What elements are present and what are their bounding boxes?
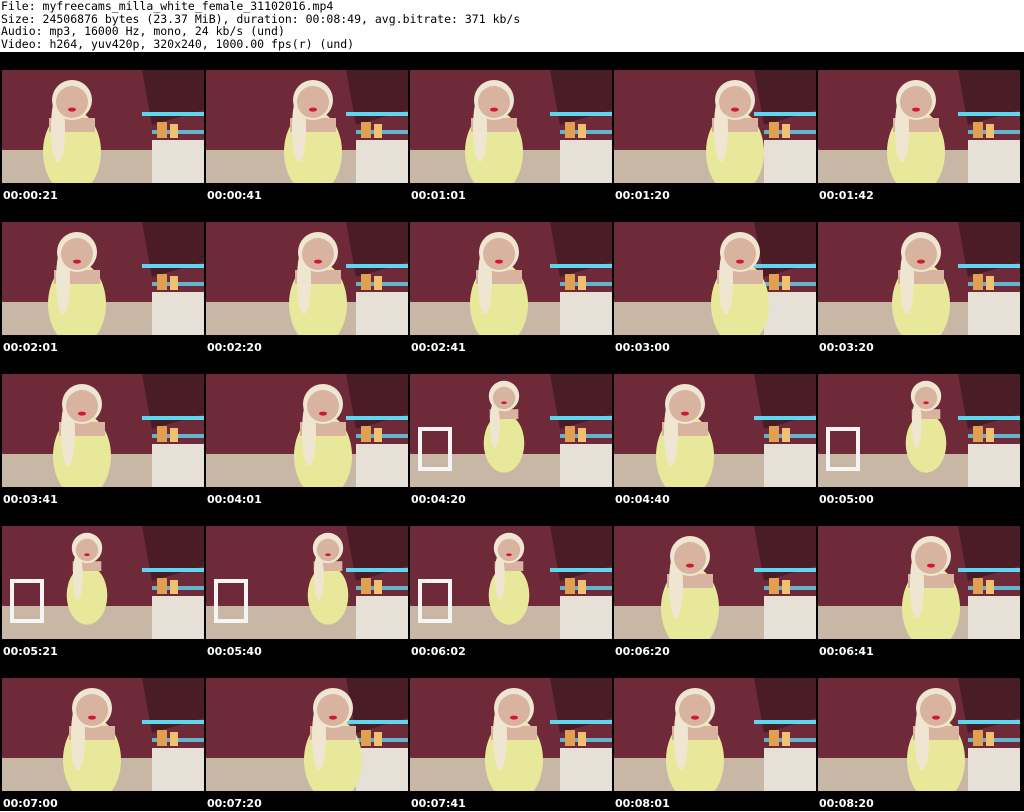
thumbnail-cell[interactable]: 00:00:41 <box>204 52 408 204</box>
frame-timestamp: 00:05:00 <box>819 493 874 506</box>
thumbnail-cell[interactable]: 00:03:41 <box>0 356 204 508</box>
thumbnail-cell[interactable]: 00:07:41 <box>408 660 612 812</box>
thumbnail-cell[interactable]: 00:08:01 <box>612 660 816 812</box>
frame-timestamp: 00:03:20 <box>819 341 874 354</box>
thumbnail-cell[interactable]: 00:06:41 <box>816 508 1020 660</box>
frame-timestamp: 00:06:41 <box>819 645 874 658</box>
frame-timestamp: 00:03:00 <box>615 341 670 354</box>
video-frame-thumbnail[interactable] <box>206 526 408 639</box>
video-frame-thumbnail[interactable] <box>410 374 612 487</box>
thumbnail-cell[interactable]: 00:02:20 <box>204 204 408 356</box>
frame-timestamp: 00:07:00 <box>3 797 58 810</box>
thumbnail-cell[interactable]: 00:03:20 <box>816 204 1020 356</box>
video-frame-thumbnail[interactable] <box>614 526 816 639</box>
thumbnail-cell[interactable]: 00:06:02 <box>408 508 612 660</box>
frame-timestamp: 00:07:41 <box>411 797 466 810</box>
frame-timestamp: 00:01:42 <box>819 189 874 202</box>
frame-timestamp: 00:06:20 <box>615 645 670 658</box>
thumbnail-cell[interactable]: 00:06:20 <box>612 508 816 660</box>
frame-timestamp: 00:04:01 <box>207 493 262 506</box>
video-frame-thumbnail[interactable] <box>410 222 612 335</box>
frame-timestamp: 00:04:20 <box>411 493 466 506</box>
frame-timestamp: 00:08:01 <box>615 797 670 810</box>
frame-timestamp: 00:04:40 <box>615 493 670 506</box>
video-frame-thumbnail[interactable] <box>206 222 408 335</box>
video-frame-thumbnail[interactable] <box>206 374 408 487</box>
audio-info-line: Audio: mp3, 16000 Hz, mono, 24 kb/s (und… <box>1 24 285 38</box>
video-frame-thumbnail[interactable] <box>818 526 1020 639</box>
video-frame-thumbnail[interactable] <box>818 374 1020 487</box>
file-info-header: File: myfreecams_milla_white_female_3110… <box>0 0 1024 52</box>
thumbnail-cell[interactable]: 00:05:00 <box>816 356 1020 508</box>
thumbnail-cell[interactable]: 00:00:21 <box>0 52 204 204</box>
thumbnail-cell[interactable]: 00:02:01 <box>0 204 204 356</box>
frame-timestamp: 00:05:40 <box>207 645 262 658</box>
file-name-line: File: myfreecams_milla_white_female_3110… <box>1 0 334 13</box>
frame-timestamp: 00:02:41 <box>411 341 466 354</box>
video-frame-thumbnail[interactable] <box>410 678 612 791</box>
frame-timestamp: 00:00:21 <box>3 189 58 202</box>
frame-timestamp: 00:08:20 <box>819 797 874 810</box>
frame-timestamp: 00:01:01 <box>411 189 466 202</box>
thumbnail-cell[interactable]: 00:04:40 <box>612 356 816 508</box>
video-info-line: Video: h264, yuv420p, 320x240, 1000.00 f… <box>1 36 355 51</box>
thumbnail-cell[interactable]: 00:01:42 <box>816 52 1020 204</box>
video-frame-thumbnail[interactable] <box>2 222 204 335</box>
frame-timestamp: 00:02:01 <box>3 341 58 354</box>
thumbnail-cell[interactable]: 00:07:20 <box>204 660 408 812</box>
frame-timestamp: 00:00:41 <box>207 189 262 202</box>
video-frame-thumbnail[interactable] <box>2 70 204 183</box>
video-frame-thumbnail[interactable] <box>2 526 204 639</box>
thumbnail-cell[interactable]: 00:04:01 <box>204 356 408 508</box>
thumbnail-cell[interactable]: 00:05:40 <box>204 508 408 660</box>
thumbnail-cell[interactable]: 00:01:20 <box>612 52 816 204</box>
thumbnail-cell[interactable]: 00:05:21 <box>0 508 204 660</box>
frame-timestamp: 00:07:20 <box>207 797 262 810</box>
video-frame-thumbnail[interactable] <box>818 70 1020 183</box>
video-frame-thumbnail[interactable] <box>2 678 204 791</box>
thumbnail-cell[interactable]: 00:04:20 <box>408 356 612 508</box>
frame-timestamp: 00:02:20 <box>207 341 262 354</box>
video-frame-thumbnail[interactable] <box>614 374 816 487</box>
video-frame-thumbnail[interactable] <box>206 678 408 791</box>
video-frame-thumbnail[interactable] <box>410 70 612 183</box>
video-frame-thumbnail[interactable] <box>614 678 816 791</box>
video-frame-thumbnail[interactable] <box>206 70 408 183</box>
video-frame-thumbnail[interactable] <box>818 222 1020 335</box>
video-frame-thumbnail[interactable] <box>818 678 1020 791</box>
video-frame-thumbnail[interactable] <box>614 70 816 183</box>
thumbnail-cell[interactable]: 00:07:00 <box>0 660 204 812</box>
frame-timestamp: 00:05:21 <box>3 645 58 658</box>
thumbnail-cell[interactable]: 00:03:00 <box>612 204 816 356</box>
thumbnail-cell[interactable]: 00:01:01 <box>408 52 612 204</box>
video-frame-thumbnail[interactable] <box>2 374 204 487</box>
frame-timestamp: 00:03:41 <box>3 493 58 506</box>
thumbnail-cell[interactable]: 00:08:20 <box>816 660 1020 812</box>
video-frame-thumbnail[interactable] <box>410 526 612 639</box>
thumbnail-cell[interactable]: 00:02:41 <box>408 204 612 356</box>
thumbnail-contact-sheet: 00:00:21 00:00:41 00:01:01 00:01:20 00:01:42… <box>0 52 1024 811</box>
frame-timestamp: 00:06:02 <box>411 645 466 658</box>
frame-timestamp: 00:01:20 <box>615 189 670 202</box>
video-frame-thumbnail[interactable] <box>614 222 816 335</box>
